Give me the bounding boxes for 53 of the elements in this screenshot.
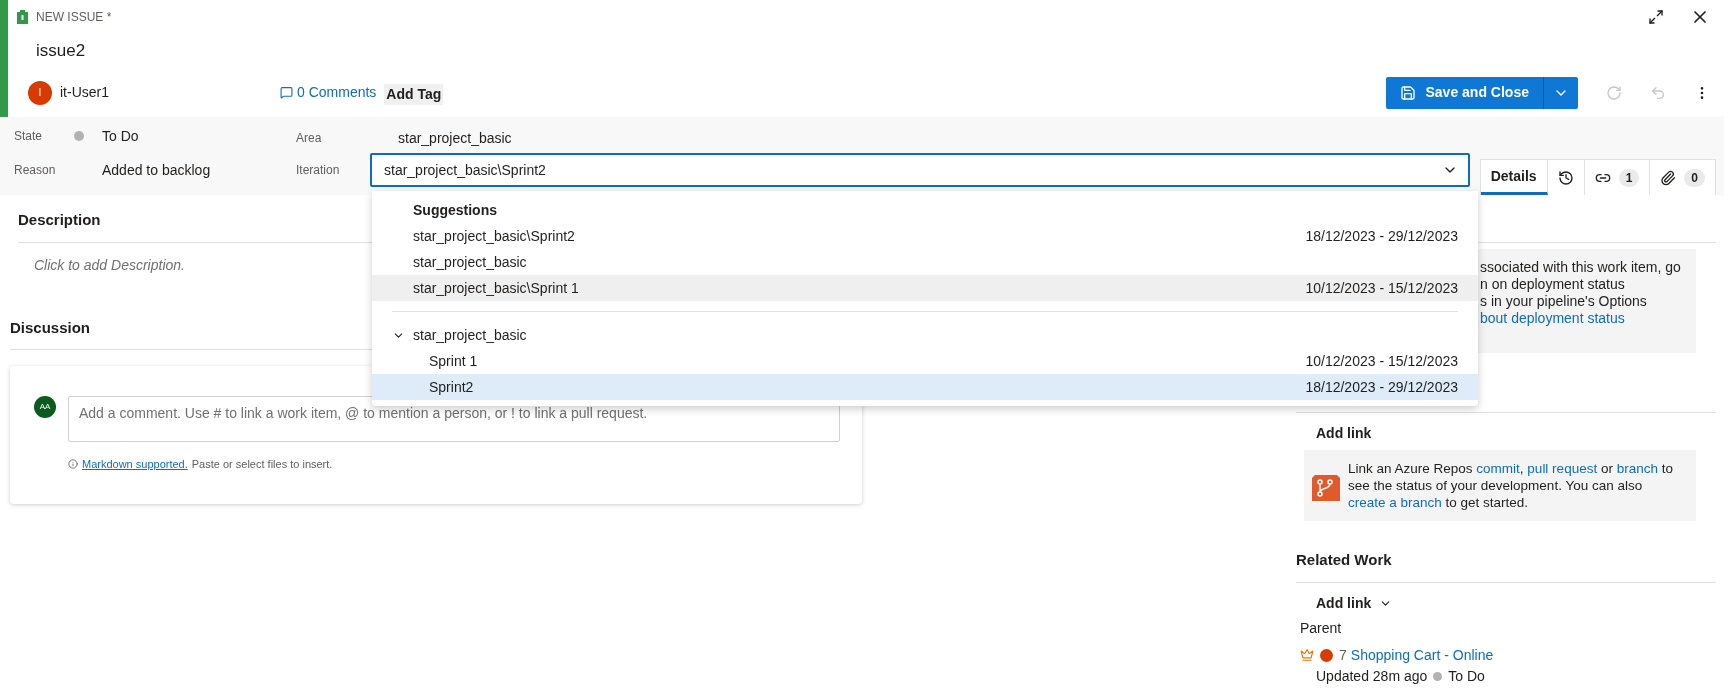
reason-value[interactable]: Added to backlog — [102, 159, 296, 181]
comments-link[interactable]: 0 Comments — [280, 82, 377, 103]
field-label: State — [14, 128, 44, 145]
work-item-title[interactable]: issue2 — [36, 38, 86, 64]
suggestion-item[interactable]: star_project_basic\Sprint 1 10/12/2023 - 15/12/2023 — [372, 275, 1478, 301]
work-item-id: 7 — [1339, 645, 1347, 665]
avatar: I — [28, 80, 52, 105]
state-text: To Do — [1448, 666, 1485, 686]
expand-icon[interactable] — [1648, 9, 1664, 25]
link-group-label: Parent — [1300, 618, 1343, 638]
count-badge: 0 — [1684, 168, 1705, 187]
tab[interactable]: 1 — [1584, 160, 1651, 195]
tab[interactable]: 0 — [1650, 160, 1715, 195]
deployment-text: n on deployment status — [1480, 276, 1626, 293]
deployment-link[interactable]: bout deployment status — [1480, 310, 1696, 327]
suggestion-item[interactable]: star_project_basic\Sprint2 18/12/2023 - 29/12/2023 — [372, 223, 1478, 249]
save-icon — [1399, 84, 1416, 101]
info-icon — [68, 459, 78, 470]
add-tag-button[interactable]: Add Tag — [384, 84, 444, 105]
comment-icon — [280, 86, 293, 99]
development-link[interactable]: commit — [1476, 461, 1520, 476]
count-badge: 1 — [1618, 168, 1640, 187]
add-link-button[interactable]: Add link — [1316, 592, 1393, 614]
suggestion-item[interactable]: star_project_basic — [372, 249, 1478, 275]
work-item-type: NEW ISSUE * — [36, 9, 112, 26]
field-label: Iteration — [296, 162, 341, 179]
crown-icon — [1300, 648, 1314, 662]
development-text: Link an Azure Repos commit, pull request or branch to see the status of your development. You can also create a branch to get started. — [1348, 460, 1674, 511]
avatar: AA — [34, 396, 56, 418]
field-label: Area — [296, 130, 323, 147]
iteration-field[interactable]: star_project_basic\Sprint2 — [370, 153, 1470, 187]
state-value[interactable]: To Do — [102, 125, 296, 147]
development-link[interactable]: pull request — [1527, 461, 1598, 476]
development-link[interactable]: create a branch — [1348, 495, 1442, 510]
markdown-link[interactable]: Markdown supported. — [82, 456, 188, 473]
paperclip-icon — [1660, 169, 1677, 186]
add-link-button[interactable]: Add link — [1316, 423, 1716, 444]
tree-item[interactable]: Sprint 1 10/12/2023 - 15/12/2023 — [372, 348, 1478, 374]
assignee-name[interactable]: it-User1 — [60, 82, 260, 103]
clipboard-icon — [17, 10, 28, 24]
deployment-text: ssociated with this work item, go — [1480, 259, 1682, 276]
section-heading: Related Work — [1296, 549, 1716, 583]
avatar — [1320, 648, 1333, 662]
history-icon — [1557, 169, 1574, 186]
tree-item[interactable]: Sprint2 18/12/2023 - 29/12/2023 — [372, 374, 1478, 400]
updated-text: Updated 28m ago — [1316, 666, 1428, 686]
field-label: Reason — [14, 162, 57, 179]
tab[interactable]: Details — [1480, 160, 1548, 195]
deployment-text: s in your pipeline's Options — [1480, 293, 1648, 310]
work-item-link[interactable]: Shopping Cart - Online — [1350, 644, 1494, 666]
area-value[interactable]: star_project_basic — [384, 127, 512, 149]
hint-text: Paste or select files to insert. — [191, 457, 333, 472]
development-link[interactable]: branch — [1616, 461, 1658, 476]
